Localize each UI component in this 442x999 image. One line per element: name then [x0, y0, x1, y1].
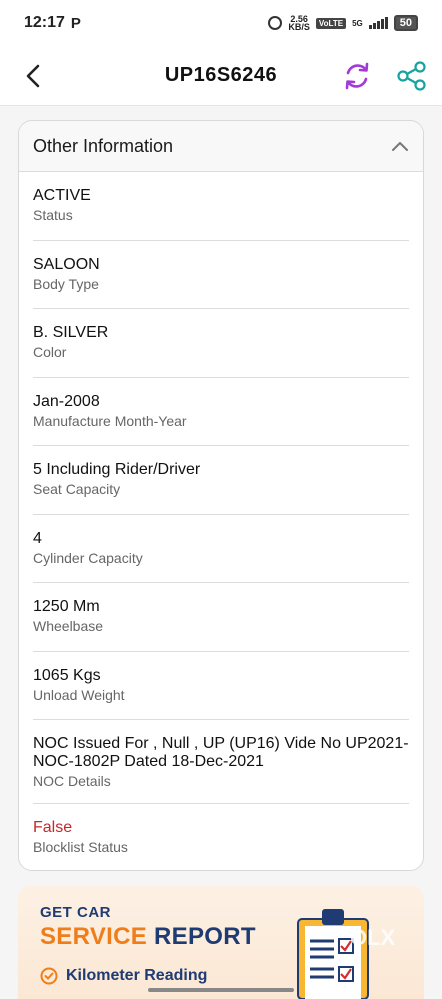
info-value: ACTIVE — [33, 187, 91, 204]
service-report-banner[interactable]: GET CAR SERVICE REPORT Kilometer Reading… — [18, 885, 424, 999]
section-header[interactable]: Other Information — [19, 121, 423, 172]
info-value: False — [33, 819, 73, 836]
info-row-color: B. SILVER Color — [19, 309, 423, 378]
info-label: Seat Capacity — [33, 481, 121, 497]
banner-title: SERVICE REPORT — [40, 923, 256, 950]
banner-feature: Kilometer Reading — [40, 967, 207, 985]
back-arrow-icon[interactable] — [20, 60, 48, 92]
info-row-blocklist: False Blocklist Status — [19, 804, 423, 870]
share-icon[interactable] — [396, 60, 428, 92]
alarm-icon — [268, 16, 283, 30]
clipboard-icon — [297, 909, 369, 999]
info-value: 1065 Kgs — [33, 666, 101, 684]
info-label: Cylinder Capacity — [33, 549, 143, 566]
banner-eyebrow: GET CAR — [40, 904, 111, 921]
info-label: Status — [33, 207, 73, 223]
info-row-noc: NOC Issued For , Null , UP (UP16) Vide N… — [19, 720, 423, 804]
info-label: Unload Weight — [33, 686, 125, 703]
info-row-wheelbase: 1250 Mm Wheelbase — [19, 583, 423, 652]
network-type: 5G — [352, 18, 363, 28]
info-label: Color — [33, 344, 67, 360]
info-label: NOC Details — [33, 773, 111, 789]
olx-watermark: OLX — [350, 925, 396, 950]
info-label: Wheelbase — [33, 618, 104, 634]
signal-icon — [368, 17, 388, 29]
info-row-status: ACTIVE Status — [19, 172, 423, 241]
info-row-unload-weight: 1065 Kgs Unload Weight — [19, 652, 423, 720]
network-speed: 2.56 KB/S — [288, 14, 310, 32]
battery-icon: 50 — [393, 15, 418, 31]
other-information-card: Other Information ACTIVE Status SALOON B… — [18, 120, 424, 871]
home-indicator[interactable] — [148, 988, 294, 992]
page-title: UP16S6246 — [164, 64, 278, 86]
info-label: Blocklist Status — [33, 839, 128, 855]
info-row-seat-capacity: 5 Including Rider/Driver Seat Capacity — [19, 446, 423, 515]
info-value: 5 Including Rider/Driver — [33, 461, 201, 478]
app-header: UP16S6246 — [0, 46, 442, 106]
refresh-icon[interactable] — [340, 59, 374, 93]
info-value: B. SILVER — [33, 324, 109, 341]
status-bar: 12:17 P 2.56 KB/S VoLTE 5G 50 — [0, 0, 442, 46]
info-row-cylinder: 4 Cylinder Capacity — [19, 515, 423, 583]
status-time: 12:17 — [24, 14, 65, 31]
info-row-manufacture: Jan-2008 Manufacture Month-Year — [19, 378, 423, 446]
section-title: Other Information — [33, 135, 174, 156]
carrier-icon: P — [70, 14, 81, 32]
info-label: Body Type — [33, 275, 99, 292]
volte-badge: VoLTE — [315, 17, 347, 29]
info-label: Manufacture Month-Year — [33, 412, 187, 429]
info-value: NOC Issued For , Null , UP (UP16) Vide N… — [33, 735, 409, 770]
info-value: Jan-2008 — [33, 392, 100, 410]
status-icons: 2.56 KB/S VoLTE 5G 50 — [268, 14, 418, 32]
info-value: 1250 Mm — [33, 598, 100, 615]
info-value: SALOON — [33, 255, 100, 273]
info-value: 4 — [33, 529, 42, 547]
info-row-body-type: SALOON Body Type — [19, 241, 423, 309]
check-circle-icon — [40, 967, 58, 985]
chevron-up-icon[interactable] — [391, 140, 409, 152]
